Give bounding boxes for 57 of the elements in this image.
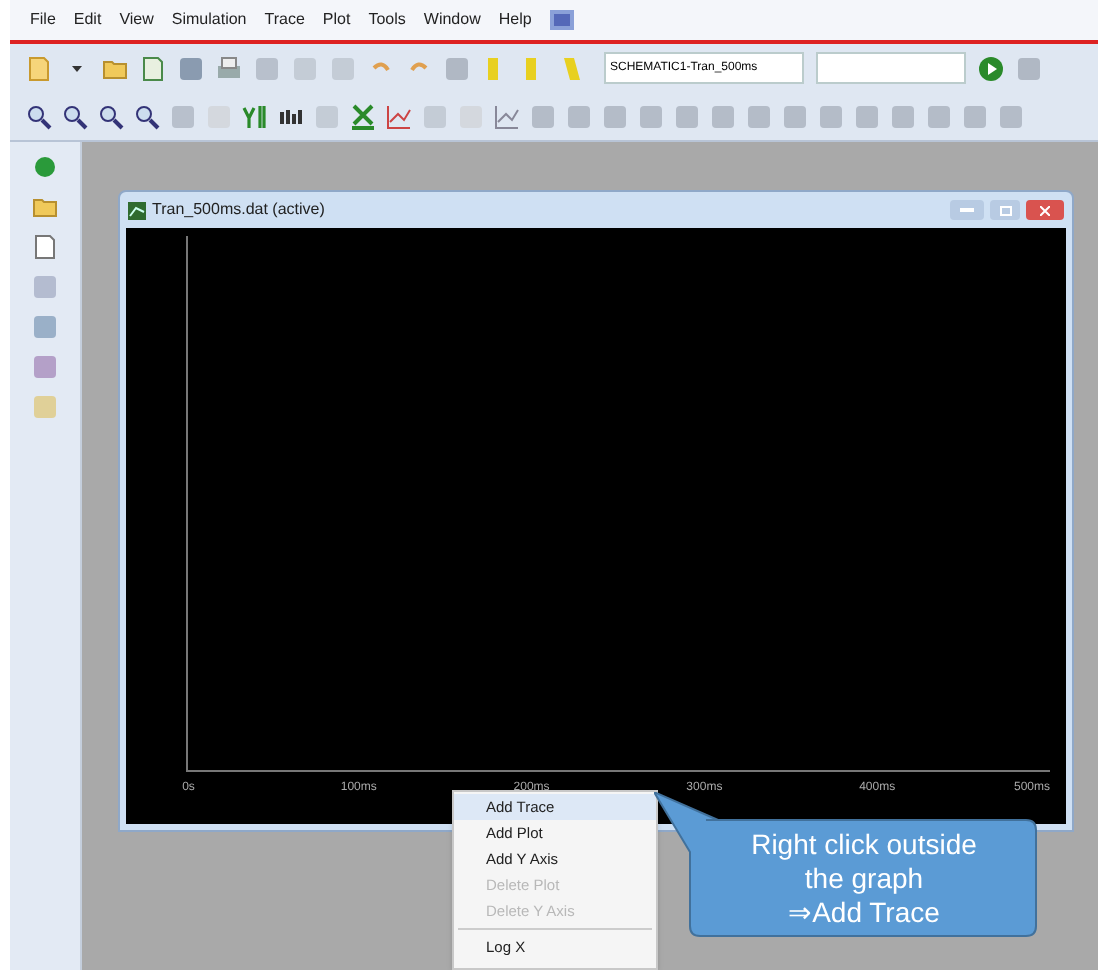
- square-icon[interactable]: [890, 103, 916, 129]
- square-icon[interactable]: [32, 274, 58, 300]
- square-icon[interactable]: [530, 103, 556, 129]
- chart-icon[interactable]: [494, 103, 520, 129]
- square-icon[interactable]: [32, 394, 58, 420]
- callout-text: ⇒Add Trace: [788, 896, 940, 930]
- zoom-out-icon[interactable]: [62, 103, 88, 129]
- maximize-button[interactable]: [990, 200, 1020, 220]
- y-axis-icon[interactable]: [242, 103, 268, 129]
- square-icon[interactable]: [746, 103, 772, 129]
- square-icon[interactable]: [782, 103, 808, 129]
- square-icon[interactable]: [710, 103, 736, 129]
- menu-item[interactable]: Window: [423, 8, 481, 32]
- run-icon[interactable]: [978, 55, 1004, 81]
- square-icon[interactable]: [926, 103, 952, 129]
- chart-icon[interactable]: [386, 103, 412, 129]
- menu-item[interactable]: Tools: [368, 8, 406, 32]
- square-icon[interactable]: [566, 103, 592, 129]
- square-icon[interactable]: [602, 103, 628, 129]
- ball-icon[interactable]: [32, 154, 58, 180]
- menu-item[interactable]: Plot: [322, 8, 351, 32]
- print-icon[interactable]: [216, 55, 242, 81]
- close-icon: [1040, 205, 1050, 215]
- square-icon[interactable]: [32, 354, 58, 380]
- input-field[interactable]: [816, 52, 966, 84]
- close-button[interactable]: [1026, 200, 1064, 220]
- zoom-in-icon[interactable]: [26, 103, 52, 129]
- square-icon[interactable]: [444, 55, 470, 81]
- new-document-icon[interactable]: [26, 55, 52, 81]
- menu-item[interactable]: Help: [498, 8, 532, 32]
- square-icon[interactable]: [314, 103, 340, 129]
- menu-item[interactable]: File: [30, 8, 56, 32]
- square-icon[interactable]: [170, 103, 196, 129]
- chart-icon: [128, 201, 146, 219]
- menu-item[interactable]: Edit: [73, 8, 102, 32]
- window-title: Tran_500ms.dat (active): [152, 198, 325, 222]
- square-icon[interactable]: [674, 103, 700, 129]
- square-icon[interactable]: [1016, 55, 1042, 81]
- callout-text: Right click outside: [751, 828, 977, 862]
- square-icon[interactable]: [638, 103, 664, 129]
- help-icon[interactable]: [549, 10, 574, 30]
- menu-item[interactable]: Trace: [264, 8, 305, 32]
- folder-icon[interactable]: [102, 55, 128, 81]
- menu-item[interactable]: View: [119, 8, 154, 32]
- square-icon[interactable]: [962, 103, 988, 129]
- square-icon[interactable]: [998, 103, 1024, 129]
- zoom-fit-icon[interactable]: [98, 103, 124, 129]
- folder-icon[interactable]: [32, 194, 58, 220]
- square-icon[interactable]: [32, 314, 58, 340]
- x-icon[interactable]: [350, 103, 376, 129]
- square-icon[interactable]: [818, 103, 844, 129]
- minimize-button[interactable]: [950, 200, 984, 220]
- menu-item[interactable]: Simulation: [171, 8, 247, 32]
- square-icon[interactable]: [422, 103, 448, 129]
- callout-text: the graph: [804, 862, 924, 896]
- square-icon[interactable]: [854, 103, 880, 129]
- zoom-icon[interactable]: [134, 103, 160, 129]
